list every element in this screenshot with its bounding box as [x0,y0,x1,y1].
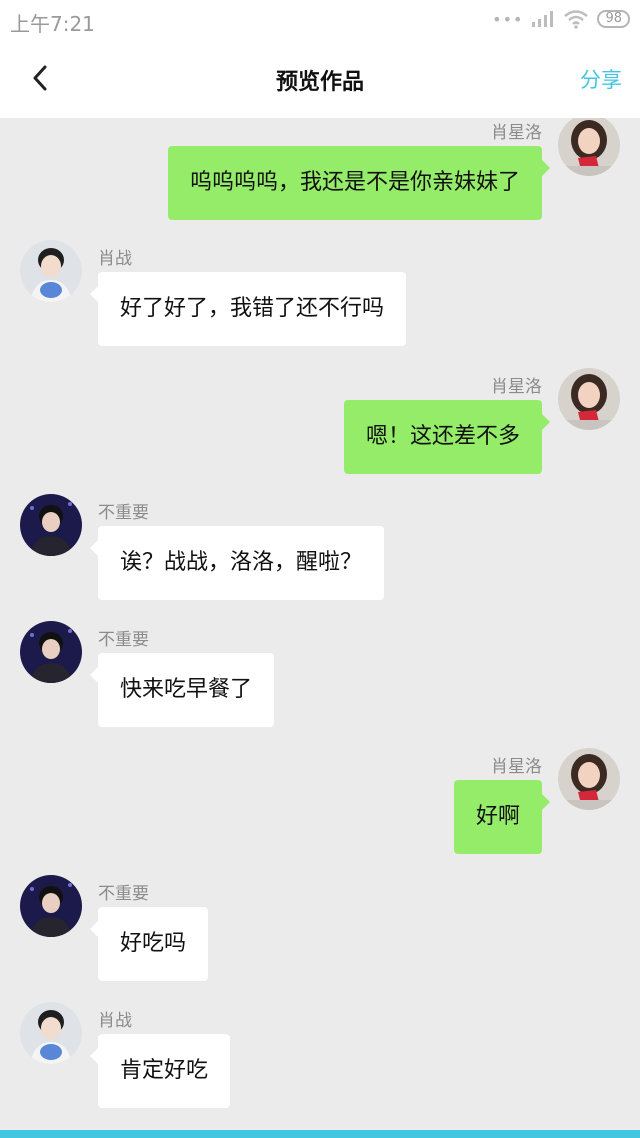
status-time: 上午7:21 [10,12,95,36]
status-bar: 上午7:21 ••• 98 [0,0,640,40]
message-bubble[interactable]: 肯定好吃 [89,1034,231,1108]
message-bubble[interactable]: 诶？战战，洛洛，醒啦？ [89,526,385,600]
message-bubble[interactable]: 好啊 [453,780,551,854]
bu-zhongyao-avatar[interactable] [20,494,82,556]
signal-icon [531,10,555,28]
message-bubble[interactable]: 嗯！这还差不多 [343,400,551,474]
sender-name: 肖星洛 [491,757,542,777]
xiao-zhan-avatar[interactable] [20,240,82,302]
sender-name: 不重要 [98,503,149,523]
bottom-accent-bar [0,1130,640,1138]
message-bubble[interactable]: 好了好了，我错了还不行吗 [89,272,407,346]
bu-zhongyao-avatar[interactable] [20,875,82,937]
message-bubble[interactable]: 呜呜呜呜，我还是不是你亲妹妹了 [167,146,551,220]
status-icons: ••• 98 [492,9,630,29]
chat-list[interactable]: 肖星洛 呜呜呜呜，我还是不是你亲妹妹了 肖战 好了好了，我错了还不行吗 肖星洛 … [0,118,640,1130]
header: 预览作品 分享 [0,40,640,118]
xiao-xingluo-avatar[interactable] [558,748,620,810]
sender-name: 不重要 [98,884,149,904]
dots-icon: ••• [492,9,524,29]
sender-name: 肖星洛 [491,377,542,397]
xiao-zhan-avatar[interactable] [20,1002,82,1064]
sender-name: 不重要 [98,630,149,650]
xiao-xingluo-avatar[interactable] [558,368,620,430]
message-bubble[interactable]: 快来吃早餐了 [89,653,275,727]
share-button[interactable]: 分享 [580,64,622,94]
battery-icon: 98 [597,10,630,28]
sender-name: 肖战 [98,249,132,269]
sender-name: 肖星洛 [491,123,542,143]
sender-name: 肖战 [98,1011,132,1031]
xiao-xingluo-avatar[interactable] [558,118,620,176]
message-bubble[interactable]: 好吃吗 [89,907,209,981]
bu-zhongyao-avatar[interactable] [20,621,82,683]
page-title: 预览作品 [275,70,364,95]
wifi-icon [563,9,589,29]
